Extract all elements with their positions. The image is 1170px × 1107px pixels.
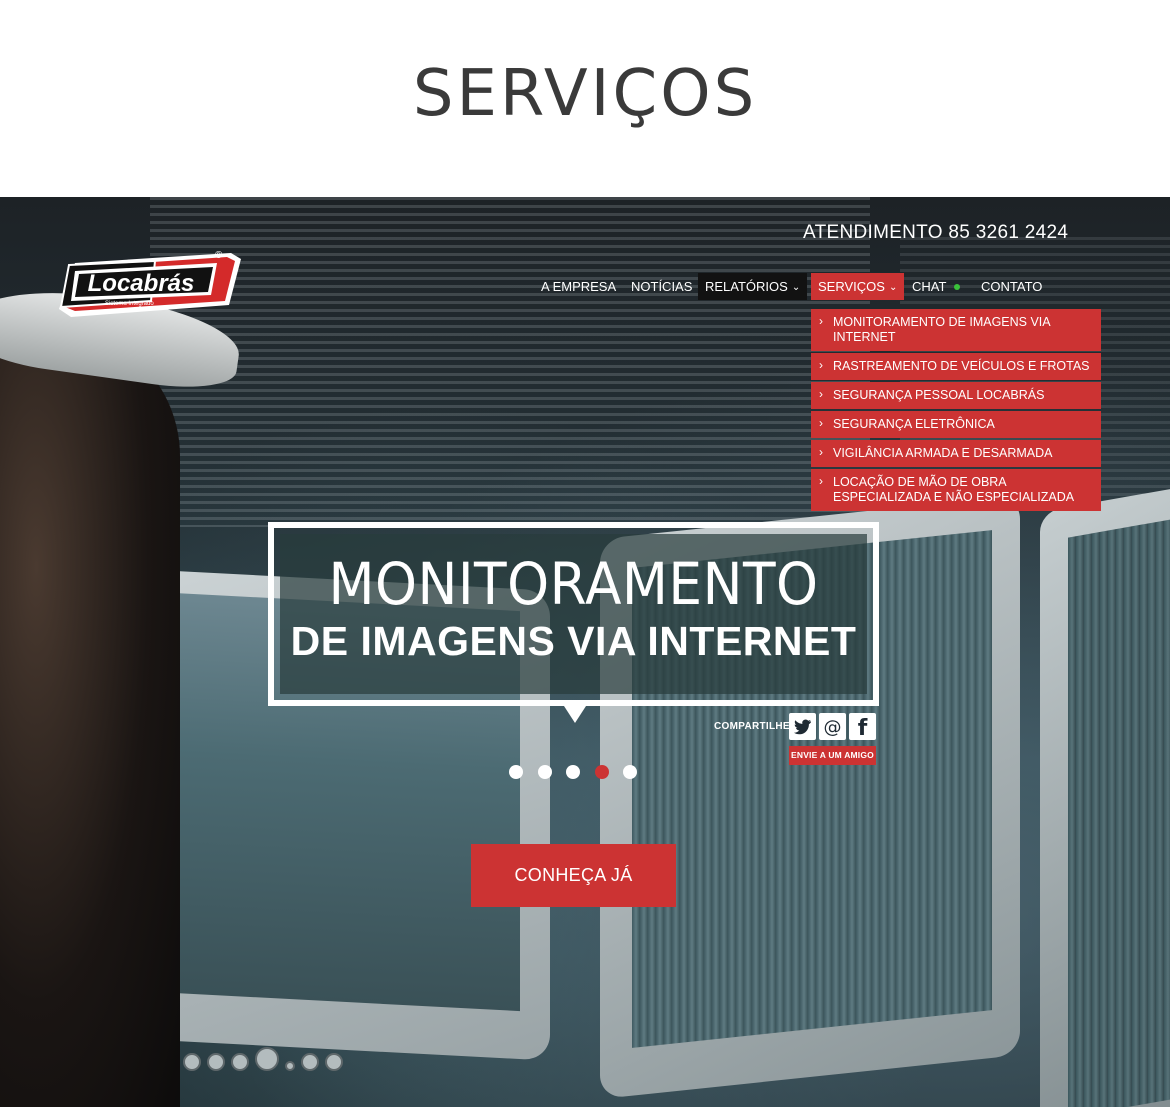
servicos-dropdown: › MONITORAMENTO DE IMAGENS VIA INTERNET … — [811, 309, 1101, 513]
dropdown-item-seguranca-eletronica[interactable]: › SEGURANÇA ELETRÔNICA — [811, 411, 1101, 438]
nav-item-servicos[interactable]: SERVIÇOS ⌄ — [811, 273, 905, 300]
logo-tagline: Sistema Integrado — [105, 301, 154, 307]
nav-item-label: CHAT — [912, 279, 947, 294]
chevron-right-icon: › — [819, 474, 823, 488]
nav-item-label: SERVIÇOS — [818, 279, 885, 294]
svg-text:@: @ — [824, 717, 842, 738]
knob — [231, 1053, 249, 1071]
knob — [285, 1061, 295, 1071]
carousel-dot[interactable] — [538, 765, 552, 779]
dropdown-item-label: RASTREAMENTO DE VEÍCULOS E FROTAS — [833, 359, 1090, 373]
carousel-dot[interactable] — [623, 765, 637, 779]
operator-silhouette — [0, 327, 180, 1107]
dropdown-item-label: MONITORAMENTO DE IMAGENS VIA INTERNET — [833, 315, 1050, 344]
nav-item-label: NOTÍCIAS — [631, 279, 693, 294]
twitter-icon — [794, 719, 811, 735]
logo-text: Locabrás — [88, 270, 195, 297]
dropdown-item-label: SEGURANÇA ELETRÔNICA — [833, 417, 995, 431]
page: SERVIÇOS ATENDIMENTO 85 3261 2424 Locabr — [0, 0, 1170, 1107]
carousel-dot[interactable] — [509, 765, 523, 779]
dropdown-item-label: LOCAÇÃO DE MÃO DE OBRA ESPECIALIZADA E N… — [833, 475, 1075, 504]
nav-item-label: RELATÓRIOS — [705, 279, 788, 294]
svg-text:f: f — [858, 716, 868, 740]
nav-item-relatorios[interactable]: RELATÓRIOS ⌄ — [698, 273, 808, 300]
chevron-right-icon: › — [819, 387, 823, 401]
monitor-right-screen — [1068, 516, 1170, 1107]
knob — [183, 1053, 201, 1071]
nav-item-label: CONTATO — [981, 279, 1043, 294]
knob — [207, 1053, 225, 1071]
email-share-button[interactable]: @ — [819, 713, 846, 740]
chevron-right-icon: › — [819, 445, 823, 459]
dropdown-item-vigilancia[interactable]: › VIGILÂNCIA ARMADA E DESARMADA — [811, 440, 1101, 467]
phone-number: ATENDIMENTO 85 3261 2424 — [803, 222, 1069, 243]
chevron-right-icon: › — [819, 314, 823, 328]
banner-pointer — [564, 706, 586, 723]
dropdown-item-label: SEGURANÇA PESSOAL LOCABRÁS — [833, 388, 1045, 402]
hero-section: ATENDIMENTO 85 3261 2424 Locabrás Sistem… — [0, 197, 1170, 1107]
knob — [255, 1047, 279, 1071]
twitter-share-button[interactable] — [789, 713, 816, 740]
nav-item-noticias[interactable]: NOTÍCIAS — [624, 273, 699, 300]
knob — [325, 1053, 343, 1071]
chevron-down-icon: ⌄ — [791, 282, 801, 293]
locabras-logo-mark: Locabrás Sistema Integrado ® — [59, 250, 241, 317]
dropdown-item-seguranca-pessoal[interactable]: › SEGURANÇA PESSOAL LOCABRÁS — [811, 382, 1101, 409]
dropdown-item-label: VIGILÂNCIA ARMADA E DESARMADA — [833, 446, 1053, 460]
online-status-icon — [954, 283, 961, 290]
knob — [301, 1053, 319, 1071]
chevron-right-icon: › — [819, 416, 823, 430]
slide-title: MONITORAMENTO — [328, 550, 819, 618]
send-to-friend-button[interactable]: ENVIE A UM AMIGO — [789, 746, 876, 765]
dropdown-item-locacao[interactable]: › LOCAÇÃO DE MÃO DE OBRA ESPECIALIZADA E… — [811, 469, 1101, 511]
facebook-icon: f — [858, 716, 868, 740]
nav-item-label: A EMPRESA — [541, 279, 617, 294]
chevron-right-icon: › — [819, 358, 823, 372]
nav-item-chat[interactable]: CHAT — [905, 273, 967, 300]
facebook-share-button[interactable]: f — [849, 713, 876, 740]
window-blinds — [150, 197, 870, 527]
slide-subtitle: DE IMAGENS VIA INTERNET — [290, 618, 857, 664]
page-header-band: SERVIÇOS — [0, 0, 1170, 197]
chevron-down-icon: ⌄ — [888, 282, 898, 293]
nav-item-a-empresa[interactable]: A EMPRESA — [534, 273, 623, 300]
conheca-ja-button[interactable]: CONHEÇA JÁ — [471, 844, 676, 907]
page-title: SERVIÇOS — [412, 57, 758, 131]
nav-item-contato[interactable]: CONTATO — [974, 273, 1049, 300]
share-label: COMPARTILHE — [714, 721, 790, 732]
dropdown-item-rastreamento[interactable]: › RASTREAMENTO DE VEÍCULOS E FROTAS — [811, 353, 1101, 380]
locabras-logo[interactable]: Locabrás Sistema Integrado ® — [55, 249, 241, 321]
email-icon: @ — [824, 717, 842, 738]
carousel-dot[interactable] — [566, 765, 580, 779]
dropdown-item-monitoramento[interactable]: › MONITORAMENTO DE IMAGENS VIA INTERNET — [811, 309, 1101, 351]
registered-mark: ® — [215, 250, 223, 261]
carousel-dot[interactable] — [595, 765, 609, 779]
monitor-knobs — [183, 1047, 349, 1076]
